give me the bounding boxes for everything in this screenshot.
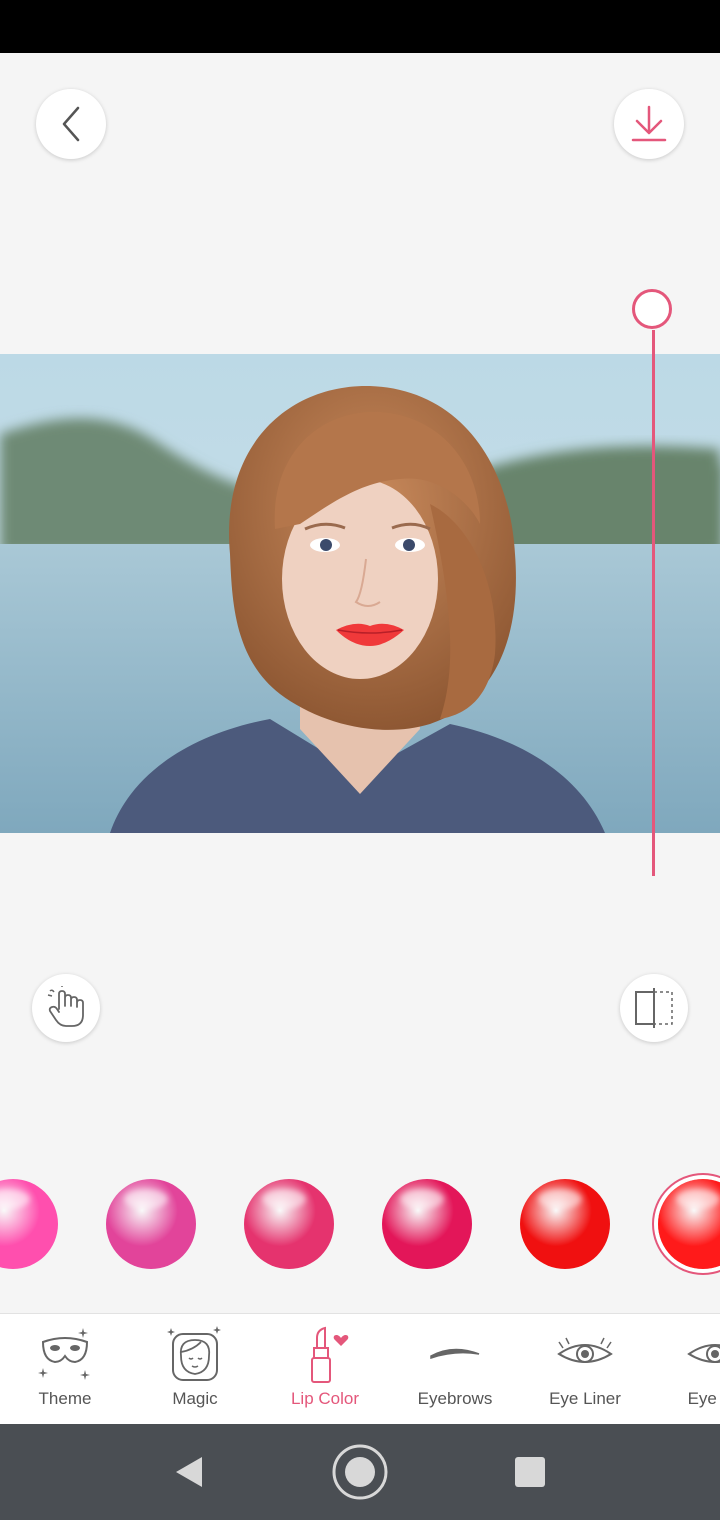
- tab-label: Eyebrows: [417, 1389, 493, 1408]
- tab-label: Eye Sh: [687, 1389, 720, 1408]
- back-triangle-icon[interactable]: [172, 1455, 204, 1489]
- recents-square-icon[interactable]: [514, 1456, 546, 1488]
- tab-eyebrows[interactable]: Eyebrows: [390, 1314, 520, 1425]
- tab-lip-color[interactable]: Lip Color: [260, 1314, 390, 1425]
- back-button[interactable]: [36, 89, 106, 159]
- lip-swatch[interactable]: [382, 1179, 472, 1269]
- eye-icon: [557, 1337, 613, 1363]
- compare-button[interactable]: [620, 974, 688, 1042]
- intensity-slider-track[interactable]: [652, 330, 655, 876]
- lip-color-swatch-row: [0, 1175, 720, 1275]
- lip-swatch[interactable]: [658, 1179, 720, 1269]
- system-navigation-bar: [0, 1424, 720, 1520]
- split-compare-icon: [635, 988, 673, 1028]
- tab-label: Theme: [38, 1389, 92, 1408]
- tab-label: Eye Liner: [549, 1389, 621, 1408]
- intensity-slider-thumb[interactable]: [632, 289, 672, 329]
- tab-label: Magic: [172, 1389, 218, 1408]
- lip-swatch[interactable]: [520, 1179, 610, 1269]
- tab-eye-liner[interactable]: Eye Liner: [520, 1314, 650, 1425]
- lipstick-icon: [311, 1326, 349, 1383]
- tab-eye-shadow[interactable]: Eye Sh: [650, 1314, 720, 1425]
- magic-face-icon: [167, 1326, 221, 1381]
- eye-icon: [687, 1344, 720, 1363]
- eyebrow-icon: [430, 1348, 480, 1360]
- tab-label: Lip Color: [290, 1389, 360, 1408]
- mask-icon: [38, 1328, 90, 1380]
- hand-pointer-icon: [47, 986, 84, 1027]
- makeup-category-tabbar: Theme Magic Lip Color Eyebrows Eye Liner…: [0, 1313, 720, 1425]
- lip-swatch[interactable]: [244, 1179, 334, 1269]
- download-icon: [631, 105, 667, 142]
- download-button[interactable]: [614, 89, 684, 159]
- chevron-left-icon: [62, 106, 80, 142]
- touch-edit-button[interactable]: [32, 974, 100, 1042]
- lip-swatch[interactable]: [0, 1179, 58, 1269]
- tab-magic[interactable]: Magic: [130, 1314, 260, 1425]
- portrait-photo[interactable]: [0, 354, 720, 833]
- home-circle-icon[interactable]: [331, 1443, 389, 1501]
- tab-theme[interactable]: Theme: [0, 1314, 130, 1425]
- lip-swatch[interactable]: [106, 1179, 196, 1269]
- status-bar: [0, 0, 720, 53]
